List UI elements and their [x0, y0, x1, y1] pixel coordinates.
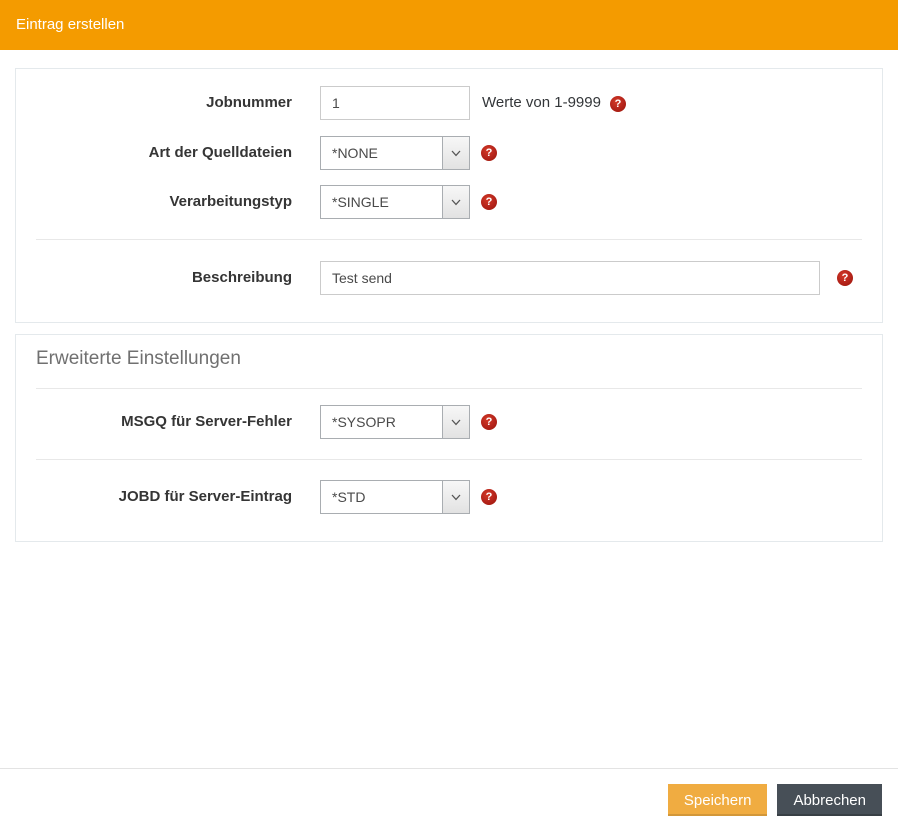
quelldateien-select[interactable]: *NONE	[320, 136, 470, 170]
basic-settings-card: Jobnummer Werte von 1-9999 ? Art der Que…	[15, 68, 883, 323]
quelldateien-select-value: *NONE	[332, 137, 378, 169]
heading-underline	[36, 388, 862, 389]
help-icon[interactable]: ?	[481, 145, 497, 161]
section-divider	[36, 459, 862, 460]
beschreibung-input[interactable]	[320, 261, 820, 295]
jobnummer-range-note: Werte von 1-9999	[482, 86, 601, 120]
help-icon[interactable]: ?	[481, 489, 497, 505]
dialog-title: Eintrag erstellen	[16, 0, 124, 50]
jobnummer-input[interactable]	[320, 86, 470, 120]
help-icon[interactable]: ?	[610, 96, 626, 112]
quelldateien-label: Art der Quelldateien	[16, 136, 292, 170]
msgq-select-value: *SYSOPR	[332, 406, 396, 438]
jobd-label: JOBD für Server-Eintrag	[16, 480, 292, 514]
beschreibung-label: Beschreibung	[16, 261, 292, 295]
msgq-select[interactable]: *SYSOPR	[320, 405, 470, 439]
chevron-down-icon	[442, 406, 469, 438]
jobd-select-value: *STD	[332, 481, 365, 513]
jobd-select[interactable]: *STD	[320, 480, 470, 514]
help-icon[interactable]: ?	[481, 414, 497, 430]
verarbeitungstyp-select[interactable]: *SINGLE	[320, 185, 470, 219]
section-divider	[36, 239, 862, 240]
advanced-settings-heading: Erweiterte Einstellungen	[36, 348, 241, 370]
footer-buttons: Speichern Abbrechen	[668, 784, 882, 816]
cancel-button[interactable]: Abbrechen	[777, 784, 882, 816]
chevron-down-icon	[442, 137, 469, 169]
help-icon[interactable]: ?	[837, 270, 853, 286]
jobnummer-label: Jobnummer	[16, 86, 292, 120]
chevron-down-icon	[442, 481, 469, 513]
verarbeitungstyp-select-value: *SINGLE	[332, 186, 389, 218]
chevron-down-icon	[442, 186, 469, 218]
save-button[interactable]: Speichern	[668, 784, 768, 816]
msgq-label: MSGQ für Server-Fehler	[16, 405, 292, 439]
dialog-header: Eintrag erstellen	[0, 0, 898, 50]
verarbeitungstyp-label: Verarbeitungstyp	[16, 185, 292, 219]
help-icon[interactable]: ?	[481, 194, 497, 210]
advanced-settings-card: Erweiterte Einstellungen MSGQ für Server…	[15, 334, 883, 542]
footer-divider	[0, 768, 898, 769]
